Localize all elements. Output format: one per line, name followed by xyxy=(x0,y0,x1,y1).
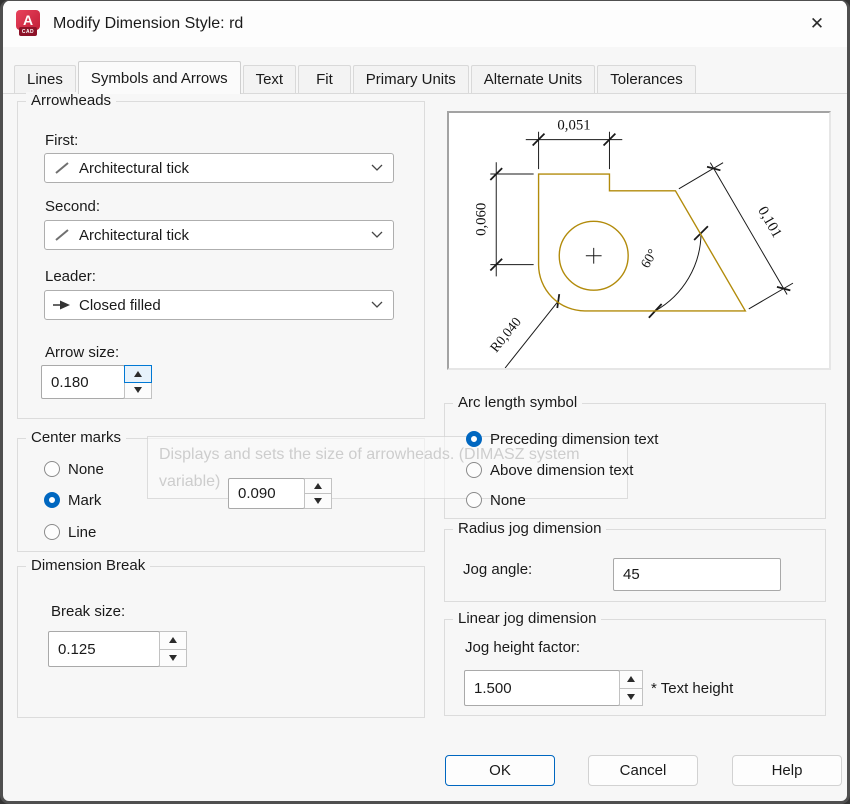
arrow-size-spin-down[interactable] xyxy=(124,382,152,400)
break-size-spinner xyxy=(48,631,187,667)
tab-tolerances[interactable]: Tolerances xyxy=(597,65,696,93)
center-mark-cross xyxy=(586,248,602,264)
radio-icon xyxy=(44,492,60,508)
autocad-app-icon: A CAD xyxy=(16,10,42,37)
leader-arrowhead-dropdown[interactable]: Closed filled xyxy=(44,290,394,320)
dialog-title: Modify Dimension Style: rd xyxy=(53,1,243,47)
preview-dim-angle: 60° xyxy=(638,246,661,270)
spin-down-icon xyxy=(134,387,142,393)
center-mark-size-spinner xyxy=(228,478,332,509)
arrow-size-spin-up[interactable] xyxy=(124,365,152,383)
text-height-suffix-label: * Text height xyxy=(651,680,733,697)
break-size-input[interactable] xyxy=(48,631,160,667)
leader-arrowhead-label: Leader: xyxy=(45,268,96,285)
radio-icon xyxy=(44,461,60,477)
tab-alternate-units[interactable]: Alternate Units xyxy=(471,65,595,93)
spin-up-icon xyxy=(134,371,142,377)
spin-down-icon xyxy=(314,498,322,504)
break-size-label: Break size: xyxy=(51,603,125,620)
jog-angle-input[interactable] xyxy=(613,558,781,591)
leader-arrowhead-value: Closed filled xyxy=(79,297,161,314)
preview-drawing: 0,051 0,060 0,101 60° R0,040 xyxy=(449,113,829,368)
arrowheads-legend: Arrowheads xyxy=(26,92,116,109)
tab-fit[interactable]: Fit xyxy=(298,65,351,93)
closed-filled-arrow-icon xyxy=(45,297,79,313)
radio-icon xyxy=(466,492,482,508)
spin-up-icon xyxy=(314,483,322,489)
autocad-icon-cad-badge: CAD xyxy=(19,27,37,36)
preview-dim-left: 0,060 xyxy=(473,203,489,236)
tab-primary-units[interactable]: Primary Units xyxy=(353,65,469,93)
radio-icon xyxy=(466,431,482,447)
arc-length-radio-none[interactable]: None xyxy=(466,490,526,510)
linear-jog-legend: Linear jog dimension xyxy=(453,610,601,627)
tab-text[interactable]: Text xyxy=(243,65,297,93)
first-arrowhead-label: First: xyxy=(45,132,78,149)
jog-height-factor-input[interactable] xyxy=(464,670,620,706)
ok-button[interactable]: OK xyxy=(445,755,555,786)
tab-symbols-and-arrows[interactable]: Symbols and Arrows xyxy=(78,61,241,94)
jog-height-spin-up[interactable] xyxy=(619,670,643,689)
tab-lines[interactable]: Lines xyxy=(14,65,76,93)
second-arrowhead-dropdown[interactable]: Architectural tick xyxy=(44,220,394,250)
tab-strip: Lines Symbols and Arrows Text Fit Primar… xyxy=(3,63,847,94)
center-marks-radio-mark[interactable]: Mark xyxy=(44,490,101,510)
arrow-size-label: Arrow size: xyxy=(45,344,119,361)
jog-height-spin-down[interactable] xyxy=(619,688,643,707)
second-arrowhead-label: Second: xyxy=(45,198,100,215)
center-marks-legend: Center marks xyxy=(26,429,126,446)
arrow-size-input[interactable] xyxy=(41,365,125,399)
preview-dim-top: 0,051 xyxy=(557,118,590,134)
jog-height-factor-spinner xyxy=(464,670,643,706)
spin-down-icon xyxy=(627,694,635,700)
break-size-spin-down[interactable] xyxy=(159,649,187,668)
spin-up-icon xyxy=(169,637,177,643)
chevron-down-icon xyxy=(361,164,393,172)
center-mark-size-spin-up[interactable] xyxy=(304,478,332,494)
radio-icon xyxy=(44,524,60,540)
title-bar: A CAD Modify Dimension Style: rd ✕ xyxy=(3,1,847,47)
preview-dim-radius: R0,040 xyxy=(487,314,524,355)
arrow-size-spinner xyxy=(41,365,152,399)
modify-dimension-style-dialog: A CAD Modify Dimension Style: rd ✕ Lines… xyxy=(0,0,850,804)
center-marks-radio-none[interactable]: None xyxy=(44,459,104,479)
chevron-down-icon xyxy=(361,301,393,309)
first-arrowhead-dropdown[interactable]: Architectural tick xyxy=(44,153,394,183)
break-size-spin-up[interactable] xyxy=(159,631,187,650)
radius-jog-legend: Radius jog dimension xyxy=(453,520,606,537)
center-mark-size-spin-down[interactable] xyxy=(304,493,332,509)
dimension-style-preview: 0,051 0,060 0,101 60° R0,040 xyxy=(447,111,831,370)
architectural-tick-icon xyxy=(45,227,79,243)
arc-length-symbol-legend: Arc length symbol xyxy=(453,394,582,411)
radio-icon xyxy=(466,462,482,478)
center-marks-radio-line[interactable]: Line xyxy=(44,522,96,542)
first-arrowhead-value: Architectural tick xyxy=(79,160,189,177)
second-arrowhead-value: Architectural tick xyxy=(79,227,189,244)
spin-up-icon xyxy=(627,676,635,682)
architectural-tick-icon xyxy=(45,160,79,176)
dimension-break-legend: Dimension Break xyxy=(26,557,150,574)
arc-length-radio-preceding[interactable]: Preceding dimension text xyxy=(466,429,658,449)
jog-height-factor-label: Jog height factor: xyxy=(465,639,580,656)
preview-dim-diagonal: 0,101 xyxy=(754,204,784,241)
center-mark-size-input[interactable] xyxy=(228,478,305,509)
jog-angle-label: Jog angle: xyxy=(463,561,532,578)
chevron-down-icon xyxy=(361,231,393,239)
cancel-button[interactable]: Cancel xyxy=(588,755,698,786)
close-icon[interactable]: ✕ xyxy=(801,9,833,39)
spin-down-icon xyxy=(169,655,177,661)
arc-length-radio-above[interactable]: Above dimension text xyxy=(466,460,633,480)
help-button[interactable]: Help xyxy=(732,755,842,786)
